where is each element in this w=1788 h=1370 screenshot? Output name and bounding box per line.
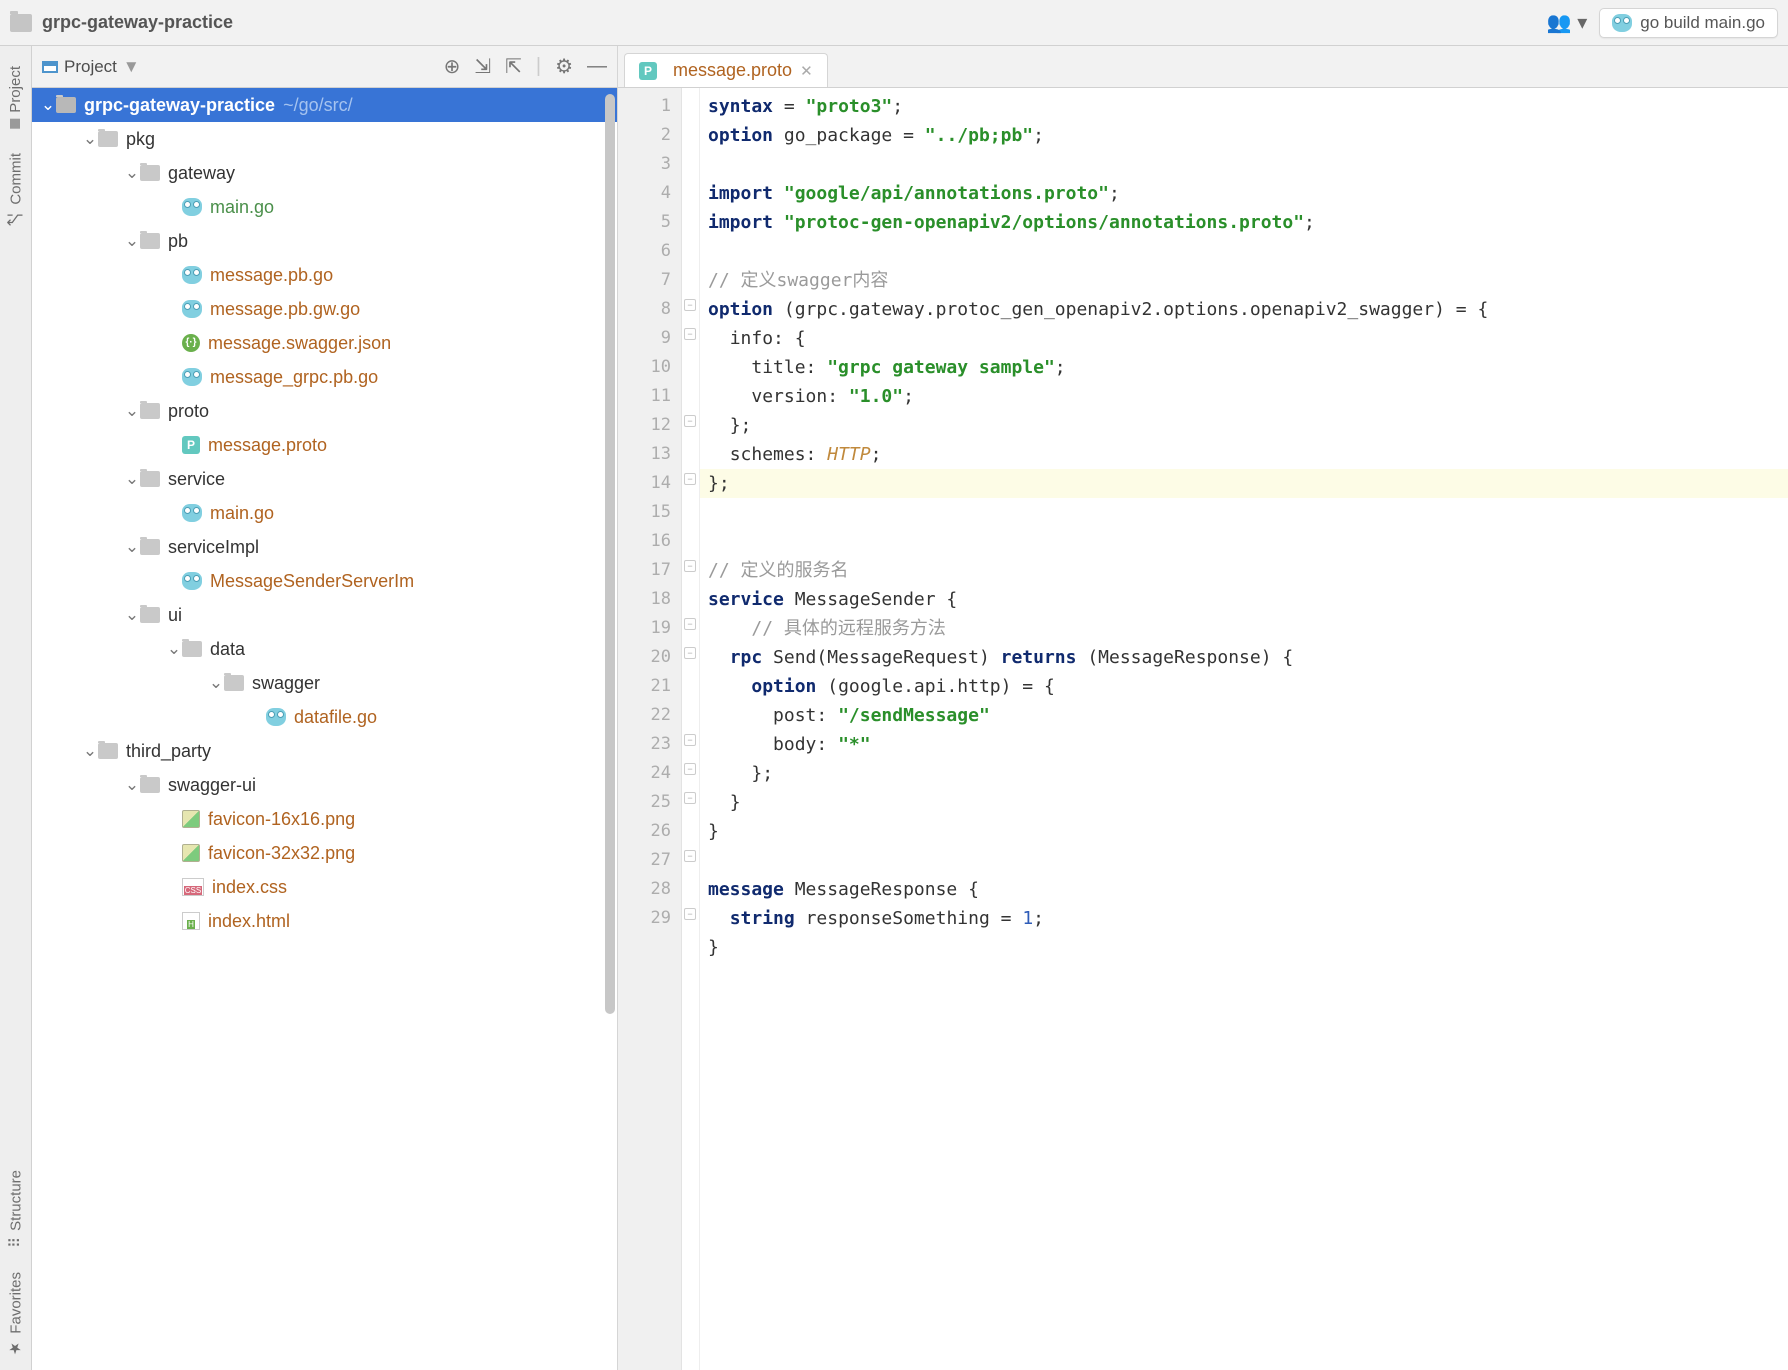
folder-icon (140, 471, 160, 487)
structure-icon: ⠿ (7, 1237, 25, 1248)
window-icon (42, 61, 58, 73)
proto-icon: P (639, 62, 657, 80)
line-gutter: 1234567891011121314151617181920212223242… (618, 88, 682, 1370)
html-icon: H (182, 912, 200, 930)
json-icon: {·} (182, 334, 200, 352)
editor: P message.proto ✕ 1234567891011121314151… (618, 46, 1788, 1370)
go-icon (182, 572, 202, 590)
tool-rail-left: Project ⎇Commit ⠿Structure ★Favorites (0, 46, 32, 1370)
scrollbar[interactable] (605, 94, 615, 1014)
tree-folder[interactable]: ⌄gateway (32, 156, 617, 190)
minimize-icon[interactable]: — (587, 55, 607, 78)
folder-icon (98, 743, 118, 759)
image-icon (182, 810, 200, 828)
target-icon[interactable]: ⊕ (444, 54, 461, 79)
tree-folder[interactable]: ⌄third_party (32, 734, 617, 768)
chevron-down-icon: ▼ (123, 57, 140, 77)
tree-file[interactable]: {·}message.swagger.json (32, 326, 617, 360)
go-icon (182, 300, 202, 318)
folder-icon (140, 539, 160, 555)
tree-file[interactable]: datafile.go (32, 700, 617, 734)
tree-file[interactable]: MessageSenderServerIm (32, 564, 617, 598)
folder-icon (140, 403, 160, 419)
user-icon[interactable]: 👥 ▾ (1547, 10, 1588, 35)
folder-icon (56, 97, 76, 113)
tree-file[interactable]: favicon-16x16.png (32, 802, 617, 836)
tree-file[interactable]: Pmessage.proto (32, 428, 617, 462)
editor-tabs: P message.proto ✕ (618, 46, 1788, 88)
panel-view-selector[interactable]: Project ▼ (42, 57, 140, 77)
folder-icon (140, 233, 160, 249)
go-icon (182, 504, 202, 522)
rail-tab-commit[interactable]: ⎇Commit (3, 141, 29, 241)
tree-folder[interactable]: ⌄pb (32, 224, 617, 258)
folder-icon (140, 777, 160, 793)
folder-icon (140, 607, 160, 623)
panel-header: Project ▼ ⊕ ⇲ ⇱ | ⚙ — (32, 46, 617, 88)
tree-folder[interactable]: ⌄pkg (32, 122, 617, 156)
tree-folder[interactable]: ⌄proto (32, 394, 617, 428)
tree-file[interactable]: message.pb.gw.go (32, 292, 617, 326)
tree-file[interactable]: CSSindex.css (32, 870, 617, 904)
rail-tab-favorites[interactable]: ★Favorites (3, 1260, 29, 1370)
close-icon[interactable]: ✕ (800, 62, 813, 80)
go-icon (182, 266, 202, 284)
tree-folder[interactable]: ⌄swagger-ui (32, 768, 617, 802)
go-icon (1612, 14, 1632, 32)
title-bar: grpc-gateway-practice 👥 ▾ go build main.… (0, 0, 1788, 46)
fold-gutter: −−−−−−−−−−−− (682, 88, 700, 1370)
tree-folder[interactable]: ⌄serviceImpl (32, 530, 617, 564)
code-area[interactable]: syntax = "proto3";option go_package = ".… (700, 88, 1788, 1370)
image-icon (182, 844, 200, 862)
go-icon (182, 368, 202, 386)
project-name: grpc-gateway-practice (42, 12, 233, 33)
proto-icon: P (182, 436, 200, 454)
tree-file[interactable]: main.go (32, 190, 617, 224)
square-icon (11, 119, 21, 129)
rail-tab-structure[interactable]: ⠿Structure (3, 1158, 29, 1260)
tree-folder[interactable]: ⌄service (32, 462, 617, 496)
tree-file[interactable]: message_grpc.pb.go (32, 360, 617, 394)
tree-root[interactable]: ⌄ grpc-gateway-practice ~/go/src/ (32, 88, 617, 122)
go-icon (266, 708, 286, 726)
collapse-icon[interactable]: ⇱ (505, 54, 522, 79)
rail-tab-project[interactable]: Project (3, 54, 28, 141)
file-tab[interactable]: P message.proto ✕ (624, 53, 828, 87)
tree-folder[interactable]: ⌄ui (32, 598, 617, 632)
tree-file[interactable]: main.go (32, 496, 617, 530)
folder-icon (140, 165, 160, 181)
go-icon (182, 198, 202, 216)
folder-icon (182, 641, 202, 657)
build-label: go build main.go (1640, 13, 1765, 33)
star-icon: ★ (7, 1340, 25, 1358)
chevron-down-icon: ⌄ (40, 95, 56, 115)
tree-file[interactable]: Hindex.html (32, 904, 617, 938)
expand-icon[interactable]: ⇲ (474, 54, 491, 79)
tree-folder[interactable]: ⌄data (32, 632, 617, 666)
gear-icon[interactable]: ⚙ (555, 54, 573, 79)
run-config[interactable]: go build main.go (1599, 8, 1778, 38)
tree-folder[interactable]: ⌄swagger (32, 666, 617, 700)
folder-icon (98, 131, 118, 147)
project-tree: ⌄ grpc-gateway-practice ~/go/src/ ⌄pkg ⌄… (32, 88, 617, 1370)
tree-file[interactable]: message.pb.go (32, 258, 617, 292)
tab-label: message.proto (673, 60, 792, 81)
folder-icon (224, 675, 244, 691)
commit-icon: ⎇ (7, 210, 25, 228)
css-icon: CSS (182, 878, 204, 896)
folder-icon (10, 14, 32, 32)
project-panel: Project ▼ ⊕ ⇲ ⇱ | ⚙ — ⌄ grpc-gateway-pra… (32, 46, 618, 1370)
tree-file[interactable]: favicon-32x32.png (32, 836, 617, 870)
